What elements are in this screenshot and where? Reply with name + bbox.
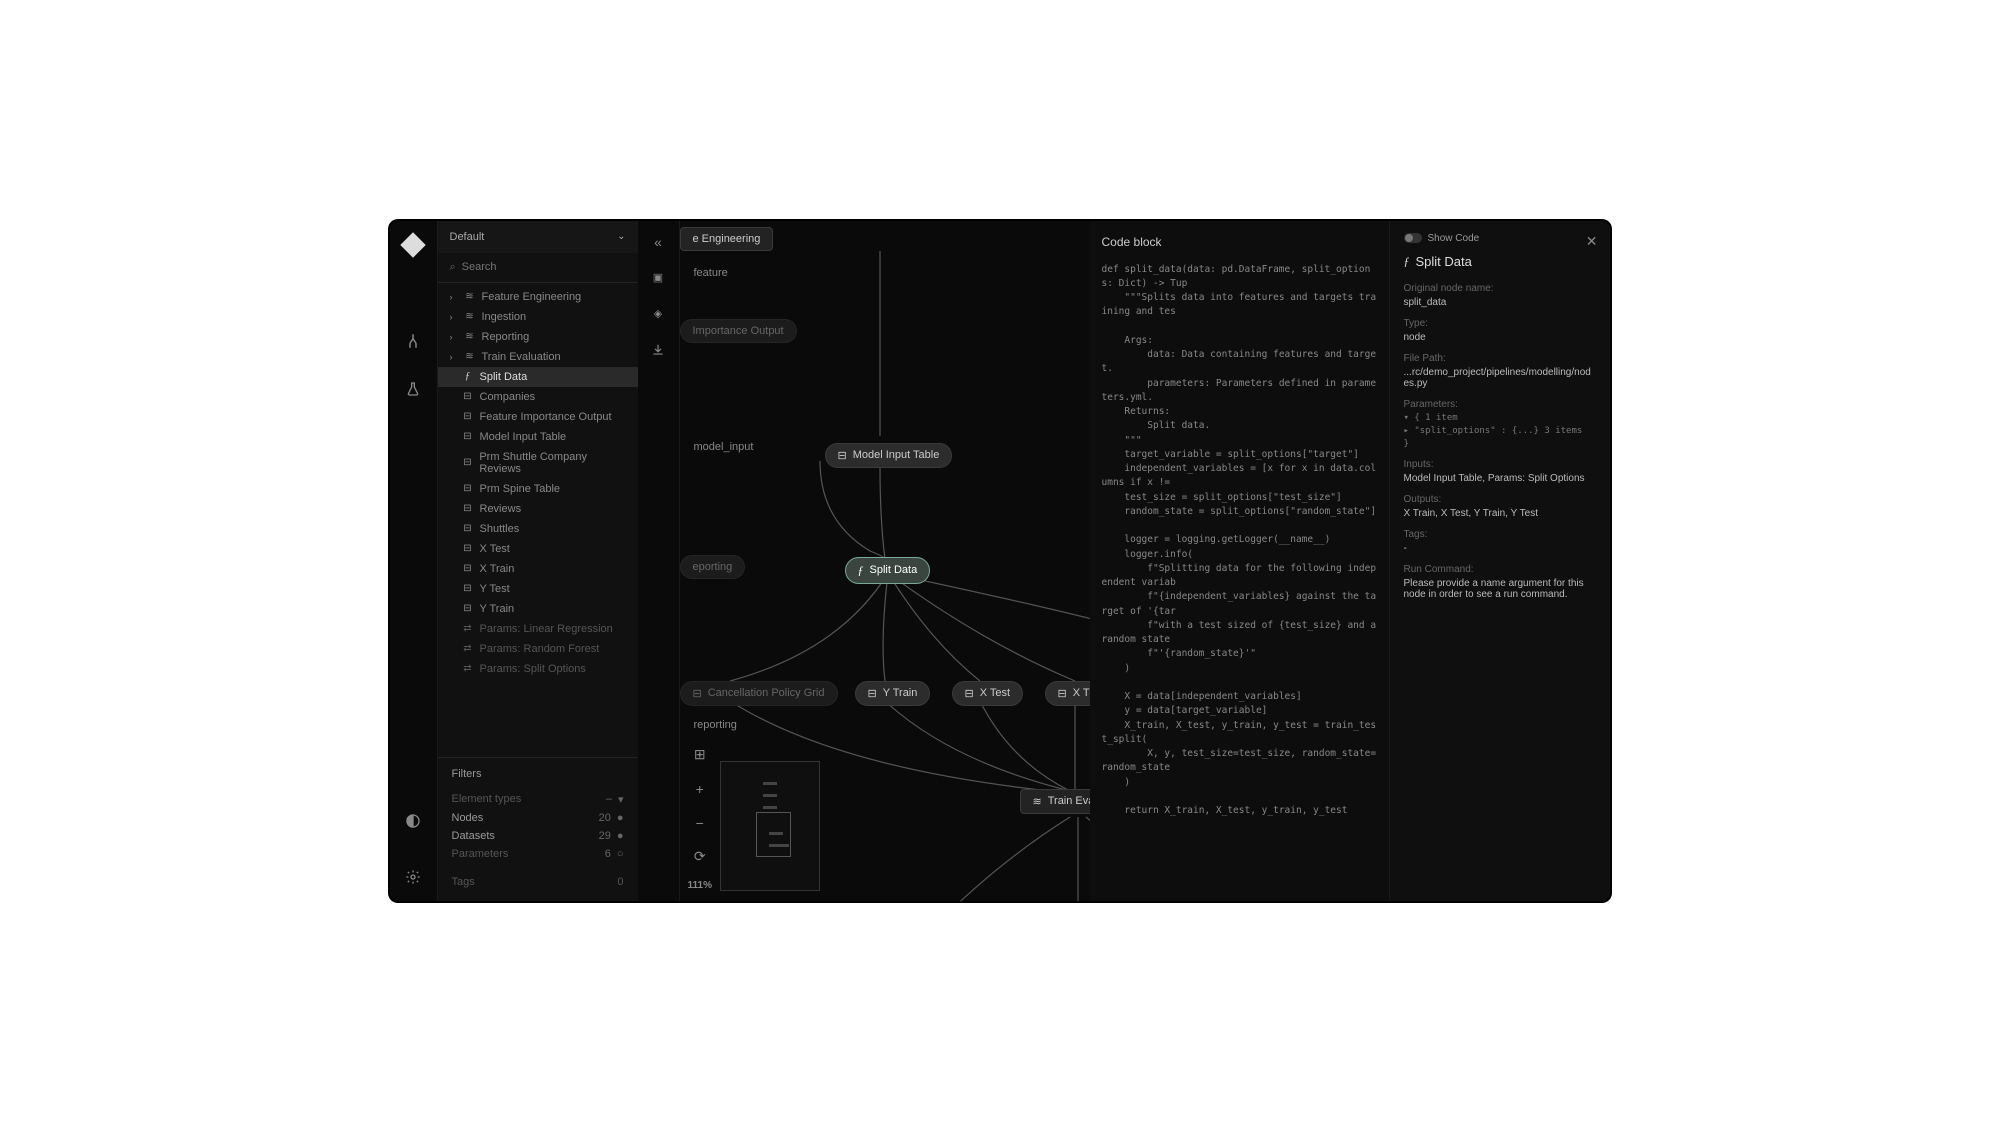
node-reporting-pill[interactable]: eporting [680,555,746,579]
theme-icon[interactable] [403,811,423,831]
minimap[interactable] [720,761,820,891]
function-icon: ƒ [858,563,864,578]
tree-node[interactable]: ⊟Y Test [438,579,638,599]
tree-node[interactable]: ⇄Params: Random Forest [438,639,638,659]
show-code-label: Show Code [1428,233,1480,244]
tree-node[interactable]: ⊟Companies [438,387,638,407]
node-y-train[interactable]: ⊟Y Train [855,681,931,706]
node-feature-label: feature [694,267,728,279]
node-split-data[interactable]: ƒSplit Data [845,557,931,584]
node-model-input-table[interactable]: ⊟Model Input Table [825,443,953,468]
filter-row[interactable]: Parameters6○ [452,845,624,863]
code-panel-title: Code block [1102,235,1377,249]
tree-group[interactable]: ›≋Feature Engineering [438,287,638,307]
flowchart-canvas[interactable]: e Engineering feature Importance Output … [680,221,1090,901]
search-box[interactable]: ⌕ [438,253,638,283]
pipeline-selector-label: Default [450,231,485,243]
zoom-out-icon[interactable]: − [689,812,711,834]
map-icon[interactable]: ⊞ [689,744,711,766]
flask-icon[interactable] [403,379,423,399]
code-body: def split_data(data: pd.DataFrame, split… [1102,263,1377,819]
filter-row[interactable]: Datasets29● [452,827,624,845]
canvas-tools: ⊞ + − ⟳ 111% [688,744,712,891]
node-engineering[interactable]: e Engineering [680,227,774,251]
zoom-label: 111% [688,880,712,891]
filter-row[interactable]: Nodes20● [452,809,624,827]
node-reporting-label: reporting [694,719,737,731]
node-cancel-policy[interactable]: ⊟Cancellation Policy Grid [680,681,838,706]
node-x-train[interactable]: ⊟X Trai [1045,681,1090,706]
node-x-test[interactable]: ⊟X Test [952,681,1024,706]
metadata-panel: ✕ Show Code ƒSplit Data Original node na… [1390,221,1610,901]
nav-rail [390,221,438,901]
tree-group[interactable]: ›≋Reporting [438,327,638,347]
tree-node[interactable]: ⊟Y Train [438,599,638,619]
database-icon: ⊟ [838,449,847,462]
tree: ›≋Feature Engineering ›≋Ingestion ›≋Repo… [438,283,638,757]
node-train-eval[interactable]: ≋Train Eval [1020,789,1090,814]
database-icon: ⊟ [693,687,702,700]
filter-header: Element types–▾ [452,790,624,809]
cube-icon[interactable]: ◈ [649,305,667,323]
show-code-toggle[interactable] [1404,233,1422,243]
layers-icon: ≋ [1033,795,1042,808]
close-icon[interactable]: ✕ [1586,233,1598,250]
tree-node[interactable]: ⊟Feature Importance Output [438,407,638,427]
reset-icon[interactable]: ⟳ [689,846,711,868]
tree-group[interactable]: ›≋Train Evaluation [438,347,638,367]
tree-node[interactable]: ⊟X Test [438,539,638,559]
filters-panel: Filters Element types–▾ Nodes20● Dataset… [438,757,638,901]
sidebar: Default ⌄ ⌕ ›≋Feature Engineering ›≋Inge… [438,221,638,901]
tree-node[interactable]: ⊟Prm Spine Table [438,479,638,499]
zoom-in-icon[interactable]: + [689,778,711,800]
tree-node[interactable]: ⇄Params: Split Options [438,659,638,679]
download-icon[interactable] [649,341,667,359]
database-icon: ⊟ [965,687,974,700]
tree-node[interactable]: ⊟Prm Shuttle Company Reviews [438,447,638,479]
tree-node[interactable]: ⊟X Train [438,559,638,579]
mini-col: « ▣ ◈ [638,221,680,901]
logo-icon[interactable] [403,235,423,255]
search-input[interactable] [462,261,626,273]
database-icon: ⊟ [868,687,877,700]
node-model-input-label: model_input [694,441,754,453]
settings-icon[interactable] [403,867,423,887]
pipeline-selector[interactable]: Default ⌄ [438,221,638,253]
filters-title: Filters [452,768,624,780]
tree-node[interactable]: ⊟Reviews [438,499,638,519]
filter-tags: Tags0 [452,873,624,891]
tree-icon[interactable] [403,331,423,351]
tree-node[interactable]: ⊟Model Input Table [438,427,638,447]
tree-group[interactable]: ›≋Ingestion [438,307,638,327]
tag-icon[interactable]: ▣ [649,269,667,287]
chevron-down-icon: ⌄ [617,231,625,242]
tree-node[interactable]: ⊟Shuttles [438,519,638,539]
tree-node[interactable]: ⇄Params: Linear Regression [438,619,638,639]
search-icon: ⌕ [450,261,456,274]
meta-title: ƒSplit Data [1404,254,1596,269]
code-panel: Code block def split_data(data: pd.DataF… [1090,221,1390,901]
node-importance[interactable]: Importance Output [680,319,797,343]
tree-node-split-data[interactable]: ƒSplit Data [438,367,638,387]
function-icon: ƒ [1404,254,1410,269]
collapse-sidebar-icon[interactable]: « [649,233,667,251]
database-icon: ⊟ [1058,687,1067,700]
